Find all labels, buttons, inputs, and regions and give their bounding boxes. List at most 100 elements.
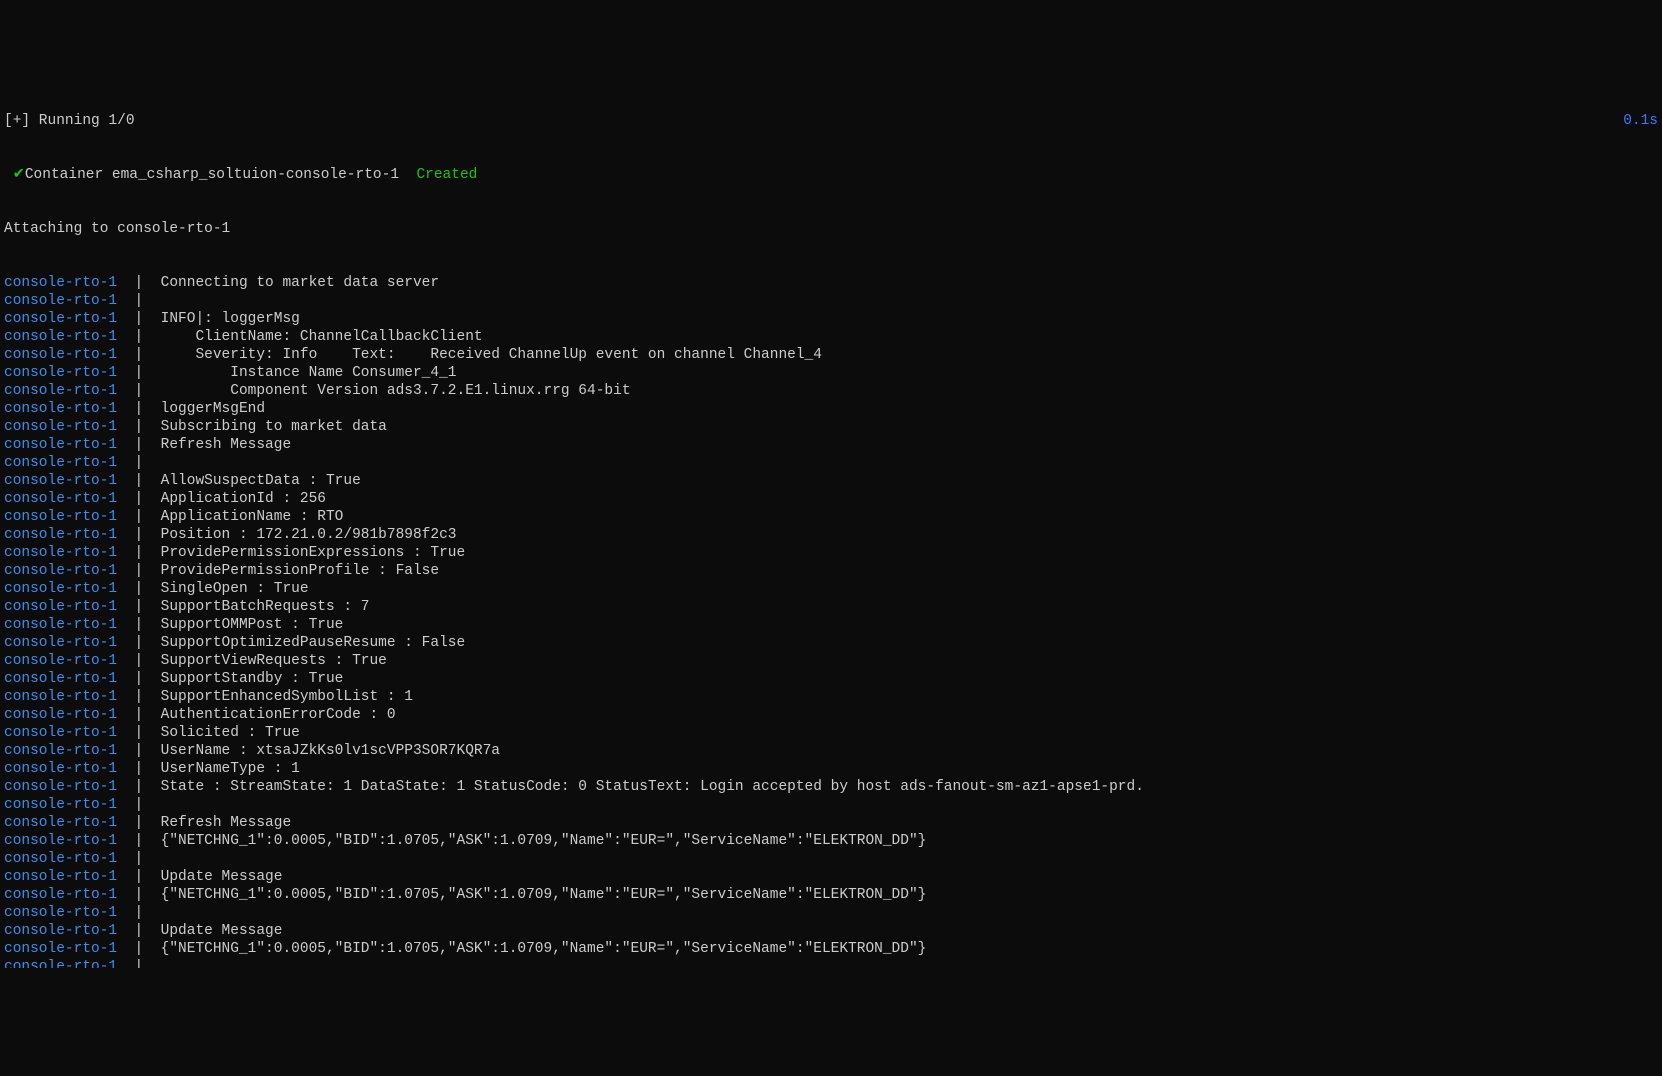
log-line: console-rto-1 | SupportViewRequests : Tr… (4, 652, 1658, 670)
log-separator: | (117, 545, 152, 561)
log-separator: | (117, 527, 152, 543)
log-prefix: console-rto-1 (4, 779, 117, 795)
log-prefix: console-rto-1 (4, 455, 117, 471)
log-separator: | (117, 959, 152, 968)
log-prefix: console-rto-1 (4, 689, 117, 705)
log-separator: | (117, 851, 152, 867)
log-line: console-rto-1 | {"NETCHNG_1":0.0005,"BID… (4, 832, 1658, 850)
log-prefix: console-rto-1 (4, 491, 117, 507)
log-line: console-rto-1 | loggerMsgEnd (4, 400, 1658, 418)
log-prefix: console-rto-1 (4, 311, 117, 327)
log-separator: | (117, 743, 152, 759)
container-status-line: ✔Container ema_csharp_soltuion-console-r… (4, 166, 1658, 184)
log-line: console-rto-1 | ClientName: ChannelCallb… (4, 328, 1658, 346)
log-line: console-rto-1 | AuthenticationErrorCode … (4, 706, 1658, 724)
log-content: {"NETCHNG_1":0.0005,"BID":1.0705,"ASK":1… (152, 941, 926, 957)
log-separator: | (117, 779, 152, 795)
log-separator: | (117, 905, 152, 921)
log-content: SupportOptimizedPauseResume : False (152, 635, 465, 651)
log-separator: | (117, 491, 152, 507)
log-prefix: console-rto-1 (4, 347, 117, 363)
log-prefix: console-rto-1 (4, 473, 117, 489)
log-line: console-rto-1 | Component Version ads3.7… (4, 382, 1658, 400)
log-content: SupportBatchRequests : 7 (152, 599, 370, 615)
log-line: console-rto-1 | SupportStandby : True (4, 670, 1658, 688)
log-line: console-rto-1 | SupportEnhancedSymbolLis… (4, 688, 1658, 706)
log-line: console-rto-1 | SupportOptimizedPauseRes… (4, 634, 1658, 652)
log-separator: | (117, 455, 152, 471)
log-separator: | (117, 833, 152, 849)
log-line: console-rto-1 | Position : 172.21.0.2/98… (4, 526, 1658, 544)
log-separator: | (117, 689, 152, 705)
log-separator: | (117, 275, 152, 291)
terminal-output: [+] Running 1/0 0.1s ✔Container ema_csha… (4, 76, 1658, 986)
log-content: Solicited : True (152, 725, 300, 741)
log-line: console-rto-1 | ApplicationId : 256 (4, 490, 1658, 508)
log-line: console-rto-1 | (4, 292, 1658, 310)
log-separator: | (117, 329, 152, 345)
log-separator: | (117, 365, 152, 381)
log-line: console-rto-1 | Update Message (4, 868, 1658, 886)
log-separator: | (117, 653, 152, 669)
log-prefix: console-rto-1 (4, 761, 117, 777)
log-content: Instance Name Consumer_4_1 (152, 365, 457, 381)
log-content: Connecting to market data server (152, 275, 439, 291)
timing-text: 0.1s (1623, 112, 1658, 130)
running-status: [+] Running 1/0 (4, 112, 135, 130)
log-line: console-rto-1 | Severity: Info Text: Rec… (4, 346, 1658, 364)
log-separator: | (117, 347, 152, 363)
log-prefix: console-rto-1 (4, 635, 117, 651)
log-separator: | (117, 941, 152, 957)
container-name: Container ema_csharp_soltuion-console-rt… (25, 166, 417, 184)
log-prefix: console-rto-1 (4, 581, 117, 597)
log-content: ProvidePermissionProfile : False (152, 563, 439, 579)
log-separator: | (117, 923, 152, 939)
log-prefix: console-rto-1 (4, 815, 117, 831)
log-content: Severity: Info Text: Received ChannelUp … (152, 347, 822, 363)
log-content: SupportStandby : True (152, 671, 343, 687)
log-output: console-rto-1 | Connecting to market dat… (4, 274, 1658, 968)
log-prefix: console-rto-1 (4, 923, 117, 939)
log-line: console-rto-1 | (4, 796, 1658, 814)
log-line: console-rto-1 | UserName : xtsaJZkKs0lv1… (4, 742, 1658, 760)
log-separator: | (117, 293, 152, 309)
log-content: SupportViewRequests : True (152, 653, 387, 669)
log-prefix: console-rto-1 (4, 275, 117, 291)
log-prefix: console-rto-1 (4, 905, 117, 921)
log-content: AuthenticationErrorCode : 0 (152, 707, 396, 723)
log-prefix: console-rto-1 (4, 797, 117, 813)
log-content: Update Message (152, 869, 283, 885)
log-content: Component Version ads3.7.2.E1.linux.rrg … (152, 383, 631, 399)
log-prefix: console-rto-1 (4, 851, 117, 867)
log-prefix: console-rto-1 (4, 725, 117, 741)
log-prefix: console-rto-1 (4, 545, 117, 561)
log-content: {"NETCHNG_1":0.0005,"BID":1.0705,"ASK":1… (152, 887, 926, 903)
log-separator: | (117, 563, 152, 579)
log-line: console-rto-1 | (4, 454, 1658, 472)
log-content: ApplicationName : RTO (152, 509, 343, 525)
log-separator: | (117, 581, 152, 597)
log-separator: | (117, 617, 152, 633)
log-prefix: console-rto-1 (4, 743, 117, 759)
log-line-partial: console-rto-1 | (4, 958, 1658, 968)
log-line: console-rto-1 | Instance Name Consumer_4… (4, 364, 1658, 382)
log-line: console-rto-1 | Connecting to market dat… (4, 274, 1658, 292)
log-content: ClientName: ChannelCallbackClient (152, 329, 483, 345)
log-line: console-rto-1 | INFO|: loggerMsg (4, 310, 1658, 328)
log-line: console-rto-1 | AllowSuspectData : True (4, 472, 1658, 490)
log-line: console-rto-1 | (4, 904, 1658, 922)
log-separator: | (117, 761, 152, 777)
log-prefix: console-rto-1 (4, 509, 117, 525)
log-line: console-rto-1 | ApplicationName : RTO (4, 508, 1658, 526)
log-separator: | (117, 473, 152, 489)
log-prefix: console-rto-1 (4, 653, 117, 669)
log-separator: | (117, 419, 152, 435)
log-content: SupportEnhancedSymbolList : 1 (152, 689, 413, 705)
log-separator: | (117, 311, 152, 327)
created-status: Created (416, 166, 477, 184)
log-prefix: console-rto-1 (4, 959, 117, 968)
log-line: console-rto-1 | SupportBatchRequests : 7 (4, 598, 1658, 616)
log-prefix: console-rto-1 (4, 527, 117, 543)
log-separator: | (117, 401, 152, 417)
log-separator: | (117, 671, 152, 687)
